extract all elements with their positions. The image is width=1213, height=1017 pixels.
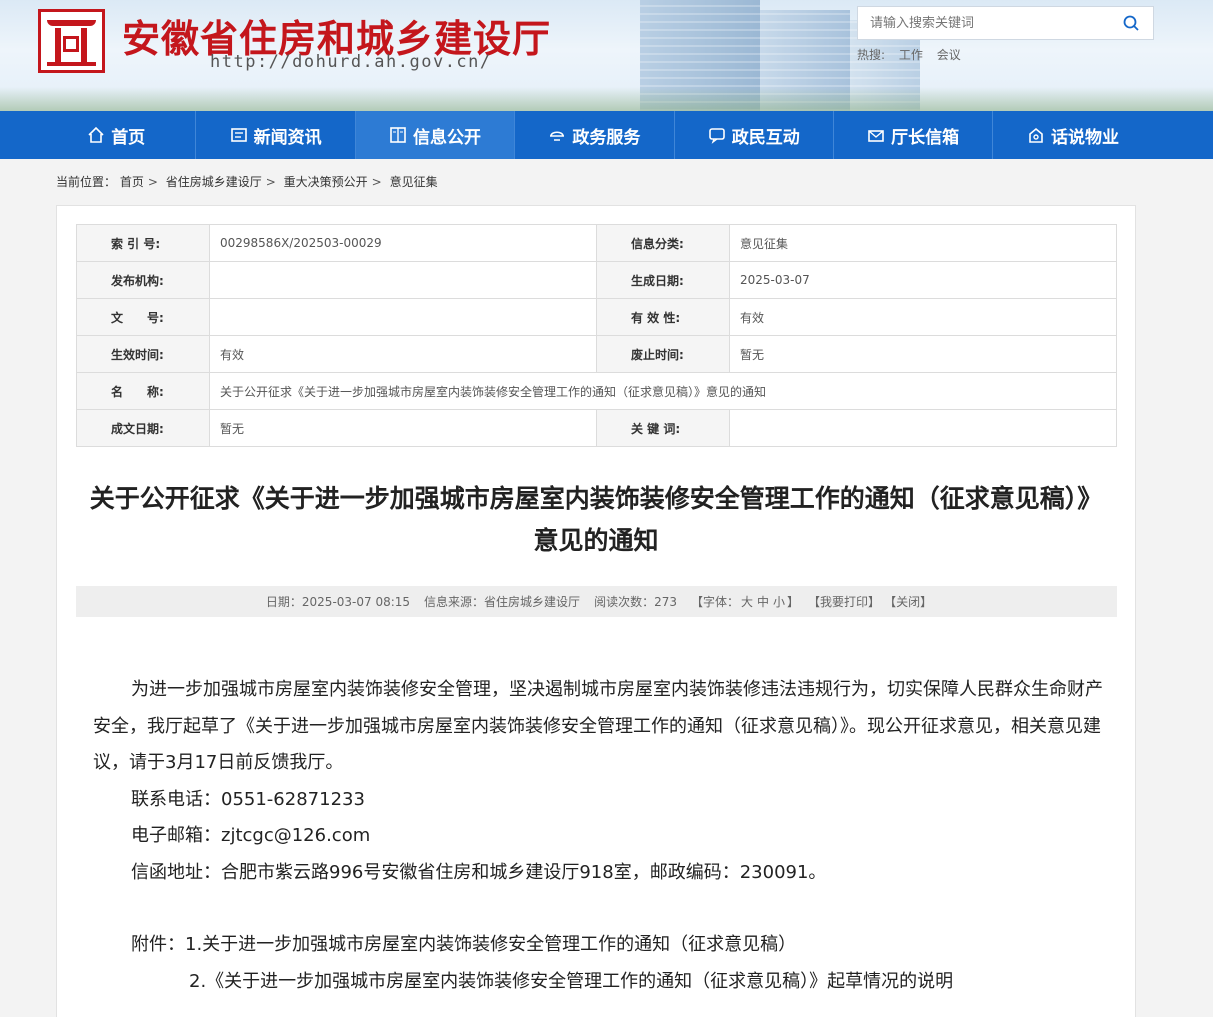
search-box: [857, 6, 1154, 40]
meta-value: 有效: [729, 298, 1117, 336]
nav-item-label: 首页: [111, 127, 146, 148]
meta-value: [209, 298, 597, 336]
home-icon: [88, 126, 104, 143]
nav-item-label: 厅长信箱: [891, 127, 960, 148]
meta-label: 生成日期:: [596, 261, 730, 299]
table-row: 生效时间: 有效 废止时间: 暂无: [76, 335, 1117, 373]
main-nav: 首页 新闻资讯 信息公开 政务服务 政民互动 厅长信箱 话说物业: [0, 111, 1213, 159]
meta-value: 2025-03-07: [729, 261, 1117, 299]
meta-value: 暂无: [209, 409, 597, 447]
meta-label: 信息分类:: [596, 224, 730, 262]
breadcrumb-link[interactable]: 意见征集: [390, 175, 438, 189]
contact-address: 信函地址：合肥市紫云路996号安徽省住房和城乡建设厅918室，邮政编码：2300…: [131, 861, 827, 883]
nav-item-label: 新闻资讯: [253, 127, 322, 148]
print-link[interactable]: 【我要打印】: [808, 593, 880, 610]
breadcrumb-link[interactable]: 重大决策预公开: [284, 175, 368, 189]
property-icon: [1029, 127, 1043, 143]
nav-item-news[interactable]: 新闻资讯: [196, 111, 356, 159]
font-size-small-link[interactable]: 小: [773, 593, 785, 610]
meta-label: 发布机构:: [76, 261, 210, 299]
nav-item-label: 政务服务: [572, 127, 641, 148]
meta-value: 有效: [209, 335, 597, 373]
attachment-link[interactable]: 附件：1.关于进一步加强城市房屋室内装饰装修安全管理工作的通知（征求意见稿）: [93, 927, 1108, 964]
nav-item-label: 信息公开: [412, 127, 481, 148]
news-icon: [230, 128, 247, 142]
meta-label: 文 号:: [76, 298, 210, 336]
view-count: 阅读次数：273: [594, 595, 677, 609]
close-link[interactable]: 【关闭】: [884, 593, 932, 610]
book-icon: [390, 127, 406, 143]
table-row: 文 号: 有 效 性: 有效: [76, 298, 1117, 336]
meta-label: 生效时间:: [76, 335, 210, 373]
attachment-link[interactable]: 2.《关于进一步加强城市房屋室内装饰装修安全管理工作的通知（征求意见稿）》起草情…: [93, 964, 1108, 1001]
site-url: http://dohurd.ah.gov.cn/: [210, 52, 492, 72]
mailbox-icon: [868, 130, 884, 142]
table-row: 名 称: 关于公开征求《关于进一步加强城市房屋室内装饰装修安全管理工作的通知（征…: [76, 372, 1117, 410]
font-size-label-end: 】: [787, 595, 800, 609]
hot-word-link[interactable]: 工作: [899, 48, 923, 62]
table-row: 索 引 号: 00298586X/202503-00029 信息分类: 意见征集: [76, 224, 1117, 262]
font-size-large-link[interactable]: 大: [741, 593, 753, 610]
hot-search: 热搜: 工作 会议: [857, 46, 971, 63]
meta-value: [209, 261, 597, 299]
nav-item-label: 政民互动: [731, 127, 800, 148]
nav-item-gov-service[interactable]: 政务服务: [515, 111, 675, 159]
table-row: 成文日期: 暂无 关 键 词:: [76, 409, 1117, 447]
meta-value: 暂无: [729, 335, 1117, 373]
header-trees-decor: [0, 87, 1213, 111]
search-input[interactable]: [858, 7, 1108, 39]
font-size-label: 【字体：: [690, 595, 739, 609]
breadcrumb-prefix: 当前位置：: [56, 175, 117, 189]
meta-label: 关 键 词:: [596, 409, 730, 447]
meta-value: 意见征集: [729, 224, 1117, 262]
meta-label: 废止时间:: [596, 335, 730, 373]
hot-search-label: 热搜:: [857, 48, 886, 62]
meta-label: 成文日期:: [76, 409, 210, 447]
nav-item-mailbox[interactable]: 厅长信箱: [834, 111, 994, 159]
site-header: 安徽省住房和城乡建设厅 http://dohurd.ah.gov.cn/ 热搜:…: [0, 0, 1213, 111]
meta-value: 00298586X/202503-00029: [209, 224, 597, 262]
nav-item-interaction[interactable]: 政民互动: [675, 111, 834, 159]
article-body: 为进一步加强城市房屋室内装饰装修安全管理，坚决遏制城市房屋室内装饰装修违法违规行…: [93, 672, 1108, 1000]
meta-label: 有 效 性:: [596, 298, 730, 336]
meta-label: 索 引 号:: [76, 224, 210, 262]
info-source: 信息来源：省住房城乡建设厅: [424, 595, 581, 609]
article-info-bar: 日期：2025-03-07 08:15 信息来源：省住房城乡建设厅 阅读次数：2…: [76, 586, 1117, 617]
nav-item-home[interactable]: 首页: [37, 111, 197, 159]
hot-word-link[interactable]: 会议: [937, 48, 961, 62]
nav-item-label: 话说物业: [1051, 127, 1120, 148]
meta-value: [729, 409, 1117, 447]
nav-item-info-disclosure[interactable]: 信息公开: [355, 111, 516, 159]
article-paragraph: 为进一步加强城市房屋室内装饰装修安全管理，坚决遏制城市房屋室内装饰装修违法违规行…: [93, 679, 1103, 773]
metadata-table: 索 引 号: 00298586X/202503-00029 信息分类: 意见征集…: [76, 224, 1117, 447]
contact-email[interactable]: 电子邮箱：zjtcgc@126.com: [93, 818, 1108, 855]
publish-date: 日期：2025-03-07 08:15: [265, 595, 411, 609]
breadcrumb-link[interactable]: 首页: [120, 175, 144, 189]
contact-phone: 联系电话：0551-62871233: [131, 788, 365, 810]
service-icon: [550, 131, 565, 141]
nav-item-property[interactable]: 话说物业: [993, 111, 1152, 159]
site-logo[interactable]: [38, 9, 105, 73]
breadcrumb-link[interactable]: 省住房城乡建设厅: [166, 175, 262, 189]
breadcrumb: 当前位置： 首页 > 省住房城乡建设厅 > 重大决策预公开 > 意见征集: [56, 175, 438, 189]
meta-value: 关于公开征求《关于进一步加强城市房屋室内装饰装修安全管理工作的通知（征求意见稿）…: [209, 372, 1117, 410]
font-size-medium-link[interactable]: 中: [757, 593, 769, 610]
chat-icon: [708, 128, 725, 144]
article-title: 关于公开征求《关于进一步加强城市房屋室内装饰装修安全管理工作的通知（征求意见稿）…: [89, 484, 1103, 555]
search-icon[interactable]: [1123, 15, 1139, 31]
meta-label: 名 称:: [76, 372, 210, 410]
table-row: 发布机构: 生成日期: 2025-03-07: [76, 261, 1117, 299]
